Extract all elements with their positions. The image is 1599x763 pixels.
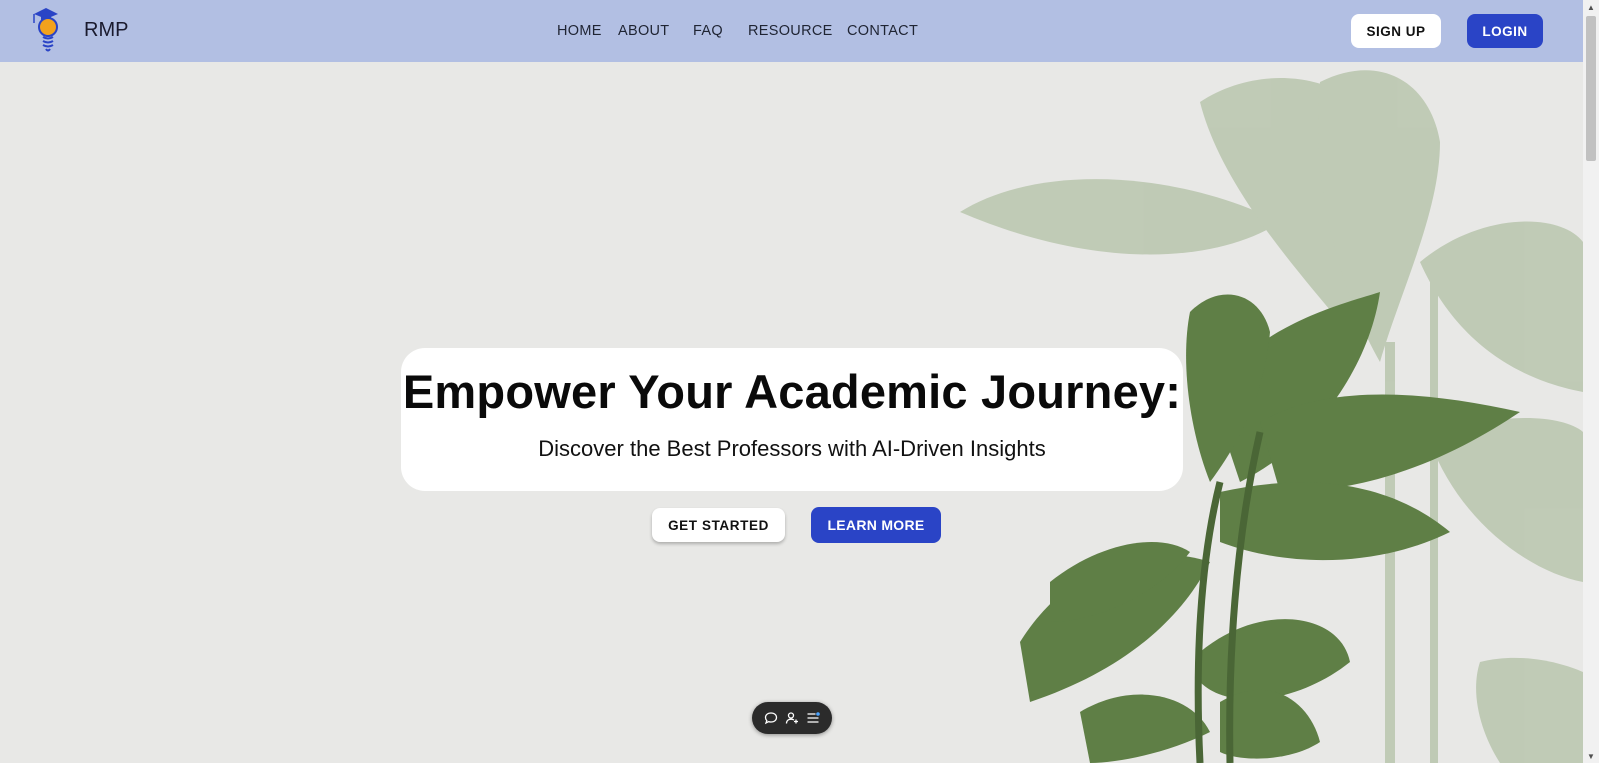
scrollbar-thumb[interactable] — [1586, 16, 1596, 161]
comment-icon[interactable] — [763, 710, 779, 726]
list-settings-icon[interactable] — [805, 710, 821, 726]
top-navbar: RMP HOME ABOUT FAQ RESOURCE CONTACT SIGN… — [0, 0, 1583, 62]
get-started-button[interactable]: GET STARTED — [652, 508, 785, 542]
nav-home[interactable]: HOME — [557, 23, 602, 39]
learn-more-button[interactable]: LEARN MORE — [811, 507, 941, 543]
floating-toolbar — [752, 702, 832, 734]
nav-contact[interactable]: CONTACT — [847, 23, 918, 39]
nav-about[interactable]: ABOUT — [618, 23, 669, 39]
brand-name[interactable]: RMP — [84, 19, 128, 42]
hero-subtitle: Discover the Best Professors with AI-Dri… — [538, 436, 1046, 461]
login-button[interactable]: LOGIN — [1467, 14, 1543, 48]
hero-title: Empower Your Academic Journey: — [402, 365, 1182, 418]
logo-icon[interactable] — [30, 3, 70, 55]
nav-resource[interactable]: RESOURCE — [748, 23, 833, 39]
add-user-icon[interactable] — [784, 710, 800, 726]
sign-up-button[interactable]: SIGN UP — [1351, 14, 1441, 48]
vertical-scrollbar[interactable]: ▲ ▼ — [1583, 0, 1599, 763]
hero-card: Empower Your Academic Journey: Discover … — [401, 348, 1183, 491]
scroll-down-arrow-icon[interactable]: ▼ — [1583, 749, 1599, 763]
scroll-up-arrow-icon[interactable]: ▲ — [1583, 0, 1599, 14]
nav-faq[interactable]: FAQ — [693, 23, 723, 39]
